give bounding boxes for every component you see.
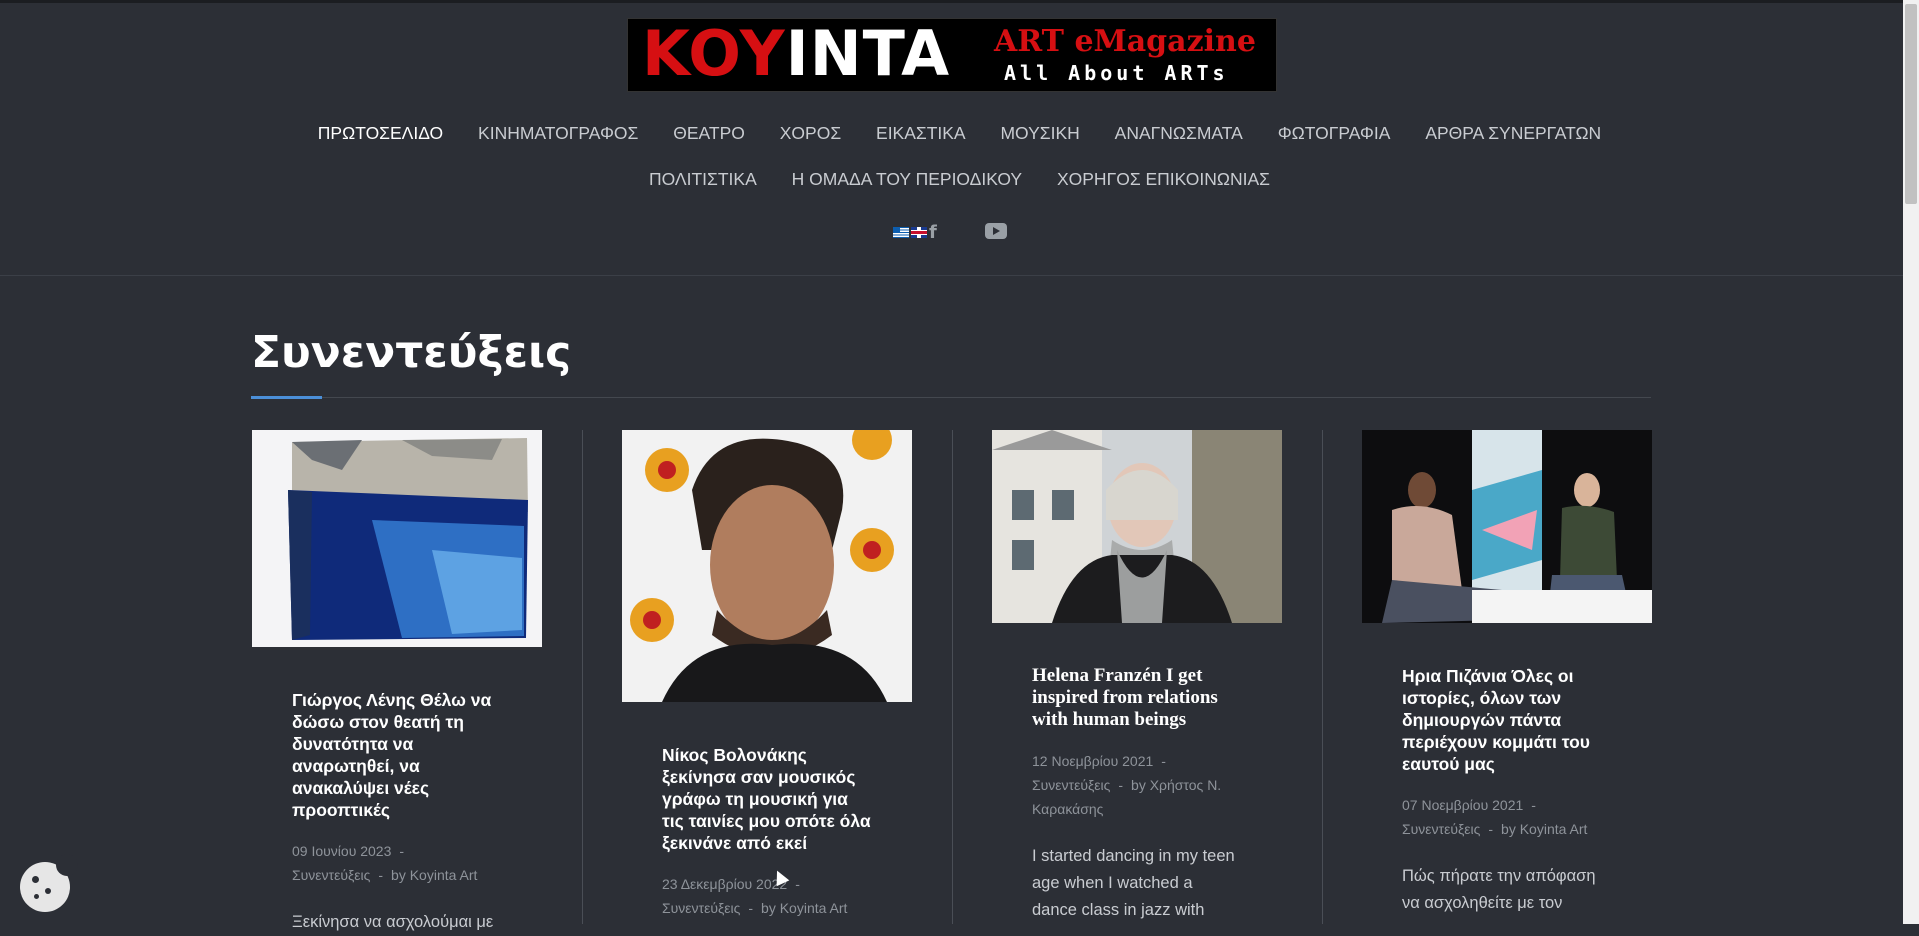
column-divider bbox=[582, 430, 583, 924]
page-title: Συνεντεύξεις bbox=[251, 327, 572, 378]
article-image[interactable] bbox=[992, 430, 1282, 623]
nav-item-team[interactable]: Η ΟΜΑΔΑ ΤΟΥ ΠΕΡΙΟΔΙΚΟΥ bbox=[792, 167, 1022, 191]
article-category[interactable]: Συνεντεύξεις bbox=[662, 900, 740, 916]
article-title[interactable]: Νίκος Βολονάκης ξεκίνησα σαν μουσικός γρ… bbox=[662, 744, 872, 854]
article-image[interactable] bbox=[622, 430, 912, 702]
article-date: 12 Νοεμβρίου 2021 bbox=[1032, 753, 1154, 769]
article-category[interactable]: Συνεντεύξεις bbox=[1032, 777, 1110, 793]
nav-item-photography[interactable]: ΦΩΤΟΓΡΑΦΙΑ bbox=[1278, 121, 1391, 145]
site-logo[interactable]: KOYINTA ART eMagazine All About ARTs bbox=[627, 18, 1277, 92]
article-title[interactable]: Ηρια Πιζάνια Όλες οι ιστορίες, όλων των … bbox=[1402, 665, 1612, 775]
uk-flag-icon[interactable] bbox=[911, 226, 927, 238]
article-card: Νίκος Βολονάκης ξεκίνησα σαν μουσικός γρ… bbox=[622, 430, 912, 920]
main-nav-row-2: ΠΟΛΙΤΙΣΤΙΚΑ Η ΟΜΑΔΑ ΤΟΥ ΠΕΡΙΟΔΙΚΟΥ ΧΟΡΗΓ… bbox=[0, 167, 1919, 191]
article-date: 23 Δεκεμβρίου 2022 bbox=[662, 876, 788, 892]
nav-item-culture[interactable]: ΠΟΛΙΤΙΣΤΙΚΑ bbox=[649, 167, 757, 191]
greek-flag-icon[interactable] bbox=[893, 226, 909, 238]
title-accent-bar bbox=[251, 396, 322, 399]
nav-item-dance[interactable]: ΧΟΡΟΣ bbox=[780, 121, 841, 145]
nav-item-cinema[interactable]: ΚΙΝΗΜΑΤΟΓΡΑΦΟΣ bbox=[478, 121, 638, 145]
article-category[interactable]: Συνεντεύξεις bbox=[1402, 821, 1480, 837]
article-author[interactable]: by Koyinta Art bbox=[391, 867, 477, 883]
article-card: Ηρια Πιζάνια Όλες οι ιστορίες, όλων των … bbox=[1362, 430, 1652, 917]
column-divider bbox=[1322, 430, 1323, 924]
logo-wordmark: KOYINTA bbox=[642, 18, 951, 90]
header-divider bbox=[0, 275, 1903, 276]
article-author[interactable]: by Koyinta Art bbox=[1501, 821, 1587, 837]
main-nav-row-1: ΠΡΩΤΟΣΕΛΙΔΟ ΚΙΝΗΜΑΤΟΓΡΑΦΟΣ ΘΕΑΤΡΟ ΧΟΡΟΣ … bbox=[0, 121, 1919, 145]
facebook-icon[interactable]: f bbox=[929, 222, 937, 243]
article-title[interactable]: Helena Franzén I get inspired from relat… bbox=[1032, 665, 1242, 731]
article-meta: 09 Ιουνίου 2023- Συνεντεύξεις - by Koyinta… bbox=[292, 843, 478, 883]
article-date: 07 Νοεμβρίου 2021 bbox=[1402, 797, 1524, 813]
article-excerpt: I started dancing in my teen age when I … bbox=[1032, 847, 1235, 919]
nav-item-home[interactable]: ΠΡΩΤΟΣΕΛΙΔΟ bbox=[318, 121, 443, 145]
column-divider bbox=[952, 430, 953, 924]
cookie-settings-icon[interactable] bbox=[20, 854, 78, 912]
logo-art-emagazine: ART eMagazine bbox=[994, 24, 1256, 59]
article-image[interactable] bbox=[252, 430, 542, 647]
article-excerpt: Πώς πήρατε την απόφαση να ασχοληθείτε με… bbox=[1402, 867, 1596, 912]
article-excerpt: Ξεκίνησα να ασχολούμαι με bbox=[292, 913, 494, 931]
article-image[interactable] bbox=[1362, 430, 1652, 623]
scrollbar-thumb[interactable] bbox=[1905, 4, 1917, 204]
youtube-icon[interactable] bbox=[985, 223, 1007, 239]
language-social-bar: f bbox=[893, 222, 1007, 243]
article-meta: 12 Νοεμβρίου 2021- Συνεντεύξεις - by Χρήστ… bbox=[1032, 753, 1222, 817]
nav-item-contributor-articles[interactable]: ΑΡΘΡΑ ΣΥΝΕΡΓΑΤΩΝ bbox=[1425, 121, 1601, 145]
page-scrollbar[interactable] bbox=[1903, 0, 1919, 924]
article-meta: 23 Δεκεμβρίου 2022- Συνεντεύξεις - by Koyi… bbox=[662, 876, 848, 916]
top-border bbox=[0, 0, 1919, 3]
nav-item-visual-arts[interactable]: ΕΙΚΑΣΤΙΚΑ bbox=[876, 121, 966, 145]
article-card: Helena Franzén I get inspired from relat… bbox=[992, 430, 1282, 924]
article-meta: 07 Νοεμβρίου 2021- Συνεντεύξεις - by Koyin… bbox=[1402, 797, 1588, 837]
nav-item-media-sponsor[interactable]: ΧΟΡΗΓΟΣ ΕΠΙΚΟΙΝΩΝΙΑΣ bbox=[1057, 167, 1270, 191]
article-card: Γιώργος Λένης Θέλω να δώσω στον θεατή τη… bbox=[252, 430, 542, 936]
nav-item-readings[interactable]: ΑΝΑΓΝΩΣΜΑΤΑ bbox=[1115, 121, 1243, 145]
article-title[interactable]: Γιώργος Λένης Θέλω να δώσω στον θεατή τη… bbox=[292, 689, 502, 821]
article-author[interactable]: by Koyinta Art bbox=[761, 900, 847, 916]
nav-item-music[interactable]: ΜΟΥΣΙΚΗ bbox=[1000, 121, 1079, 145]
article-date: 09 Ιουνίου 2023 bbox=[292, 843, 392, 859]
article-category[interactable]: Συνεντεύξεις bbox=[292, 867, 370, 883]
title-underline bbox=[251, 397, 1651, 398]
nav-item-theatre[interactable]: ΘΕΑΤΡΟ bbox=[673, 121, 745, 145]
logo-tagline: All About ARTs bbox=[1004, 61, 1229, 85]
